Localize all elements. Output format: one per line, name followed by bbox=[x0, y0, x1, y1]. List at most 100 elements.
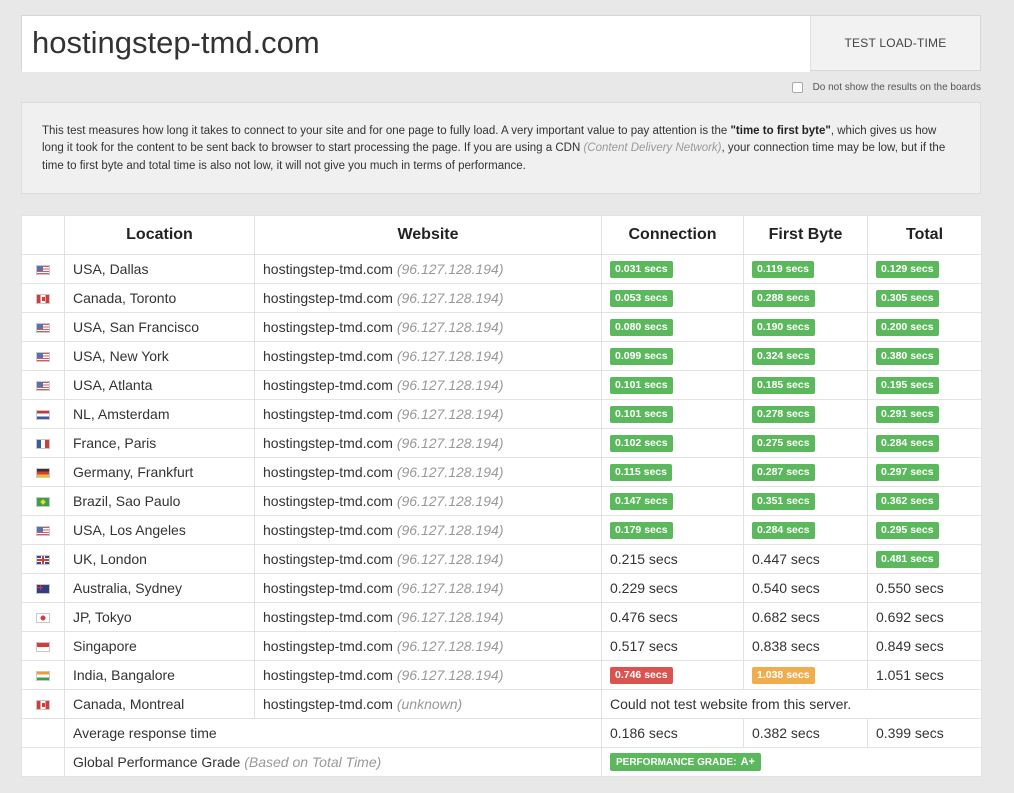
usa-flag-icon bbox=[36, 352, 50, 363]
grade-row: Global Performance Grade (Based on Total… bbox=[21, 747, 982, 777]
test-load-time-button[interactable]: TEST LOAD-TIME bbox=[810, 16, 980, 70]
total-cell: 0.284 secs bbox=[867, 428, 982, 458]
first-byte-cell: 0.288 secs bbox=[743, 283, 868, 313]
first-byte-badge: 0.288 secs bbox=[752, 289, 815, 307]
website-cell: hostingstep-tmd.com (96.127.128.194) bbox=[254, 631, 602, 661]
ip-address: (96.127.128.194) bbox=[396, 406, 504, 422]
first-byte-cell: 0.119 secs bbox=[743, 254, 868, 284]
connection-cell: 0.101 secs bbox=[601, 399, 744, 429]
connection-cell: 0.099 secs bbox=[601, 341, 744, 371]
total-value: 0.849 secs bbox=[876, 638, 944, 654]
connection-cell: 0.179 secs bbox=[601, 515, 744, 545]
site-name: hostingstep-tmd.com bbox=[263, 580, 393, 596]
first-byte-cell: 0.351 secs bbox=[743, 486, 868, 516]
flag-cell bbox=[21, 631, 65, 661]
flag-cell bbox=[21, 283, 65, 313]
location-cell: Germany, Frankfurt bbox=[64, 457, 255, 487]
ip-address: (96.127.128.194) bbox=[396, 551, 504, 567]
connection-cell: 0.115 secs bbox=[601, 457, 744, 487]
germany-flag-icon bbox=[36, 468, 50, 479]
ip-address: (96.127.128.194) bbox=[396, 261, 504, 277]
first-byte-cell: 0.190 secs bbox=[743, 312, 868, 342]
info-panel: This test measures how long it takes to … bbox=[21, 102, 981, 194]
grade-badge-cell: PERFORMANCE GRADE: A+ bbox=[601, 747, 982, 777]
table-row: Brazil, Sao Paulo hostingstep-tmd.com (96… bbox=[21, 486, 982, 516]
website-header: Website bbox=[254, 215, 602, 255]
site-name: hostingstep-tmd.com bbox=[263, 667, 393, 683]
average-connection: 0.186 secs bbox=[601, 718, 744, 748]
ip-address: (96.127.128.194) bbox=[396, 319, 504, 335]
site-name: hostingstep-tmd.com bbox=[263, 493, 393, 509]
table-row: USA, Atlanta hostingstep-tmd.com (96.127.… bbox=[21, 370, 982, 400]
connection-badge: 0.102 secs bbox=[610, 434, 673, 452]
ip-address: (96.127.128.194) bbox=[396, 348, 504, 364]
table-row: USA, San Francisco hostingstep-tmd.com (9… bbox=[21, 312, 982, 342]
total-cell: 0.305 secs bbox=[867, 283, 982, 313]
first-byte-value: 0.838 secs bbox=[752, 638, 820, 654]
location-cell: Canada, Montreal bbox=[64, 689, 255, 719]
connection-badge: 0.053 secs bbox=[610, 289, 673, 307]
location-cell: France, Paris bbox=[64, 428, 255, 458]
total-badge: 0.129 secs bbox=[876, 260, 939, 278]
first-byte-value: 0.447 secs bbox=[752, 551, 820, 567]
table-row: USA, Dallas hostingstep-tmd.com (96.127.1… bbox=[21, 254, 982, 284]
table-row: Canada, Toronto hostingstep-tmd.com (96.1… bbox=[21, 283, 982, 313]
japan-flag-icon bbox=[36, 613, 50, 624]
site-name: hostingstep-tmd.com bbox=[263, 609, 393, 625]
total-badge: 0.305 secs bbox=[876, 289, 939, 307]
total-cell: 0.481 secs bbox=[867, 544, 982, 574]
total-cell: 0.295 secs bbox=[867, 515, 982, 545]
connection-badge: 0.179 secs bbox=[610, 521, 673, 539]
connection-value: 0.215 secs bbox=[610, 551, 678, 567]
hide-results-option[interactable]: Do not show the results on the boards bbox=[791, 79, 981, 95]
total-value: 0.692 secs bbox=[876, 609, 944, 625]
table-row: Australia, Sydney hostingstep-tmd.com (96… bbox=[21, 573, 982, 603]
website-cell: hostingstep-tmd.com (96.127.128.194) bbox=[254, 370, 602, 400]
flag-cell bbox=[21, 428, 65, 458]
location-cell: USA, New York bbox=[64, 341, 255, 371]
flag-cell bbox=[21, 660, 65, 690]
table-row: Singapore hostingstep-tmd.com (96.127.128… bbox=[21, 631, 982, 661]
first-byte-badge: 0.324 secs bbox=[752, 347, 815, 365]
website-cell: hostingstep-tmd.com (96.127.128.194) bbox=[254, 515, 602, 545]
ip-address: (96.127.128.194) bbox=[396, 667, 504, 683]
first-byte-cell: 0.447 secs bbox=[743, 544, 868, 574]
url-input[interactable] bbox=[22, 16, 810, 72]
average-row: Average response time 0.186 secs 0.382 s… bbox=[21, 718, 982, 748]
first-byte-cell: 0.275 secs bbox=[743, 428, 868, 458]
connection-cell: 0.229 secs bbox=[601, 573, 744, 603]
total-badge: 0.195 secs bbox=[876, 376, 939, 394]
first-byte-header: First Byte bbox=[743, 215, 868, 255]
ip-address: (96.127.128.194) bbox=[396, 435, 504, 451]
site-name: hostingstep-tmd.com bbox=[263, 435, 393, 451]
canada-flag-icon bbox=[36, 700, 50, 711]
ip-address: (unknown) bbox=[396, 696, 463, 712]
connection-cell: 0.517 secs bbox=[601, 631, 744, 661]
failed-row: Canada, Montreal hostingstep-tmd.com (un… bbox=[21, 689, 982, 719]
table-row: USA, New York hostingstep-tmd.com (96.127… bbox=[21, 341, 982, 371]
total-value: 1.051 secs bbox=[876, 667, 944, 683]
average-label: Average response time bbox=[64, 718, 602, 748]
flag-cell bbox=[21, 515, 65, 545]
total-badge: 0.380 secs bbox=[876, 347, 939, 365]
error-message: Could not test website from this server. bbox=[601, 689, 982, 719]
total-badge: 0.284 secs bbox=[876, 434, 939, 452]
australia-flag-icon bbox=[36, 584, 50, 595]
brazil-flag-icon bbox=[36, 497, 50, 508]
total-cell: 0.550 secs bbox=[867, 573, 982, 603]
total-cell: 0.291 secs bbox=[867, 399, 982, 429]
website-cell: hostingstep-tmd.com (96.127.128.194) bbox=[254, 254, 602, 284]
first-byte-badge: 0.185 secs bbox=[752, 376, 815, 394]
flag-cell bbox=[21, 457, 65, 487]
ip-address: (96.127.128.194) bbox=[396, 638, 504, 654]
connection-badge: 0.746 secs bbox=[610, 666, 673, 684]
total-badge: 0.295 secs bbox=[876, 521, 939, 539]
first-byte-cell: 0.540 secs bbox=[743, 573, 868, 603]
table-row: India, Bangalore hostingstep-tmd.com (96.… bbox=[21, 660, 982, 690]
hide-results-checkbox[interactable] bbox=[791, 81, 803, 93]
connection-badge: 0.099 secs bbox=[610, 347, 673, 365]
connection-cell: 0.101 secs bbox=[601, 370, 744, 400]
site-name: hostingstep-tmd.com bbox=[263, 377, 393, 393]
website-cell: hostingstep-tmd.com (96.127.128.194) bbox=[254, 544, 602, 574]
website-cell: hostingstep-tmd.com (96.127.128.194) bbox=[254, 486, 602, 516]
